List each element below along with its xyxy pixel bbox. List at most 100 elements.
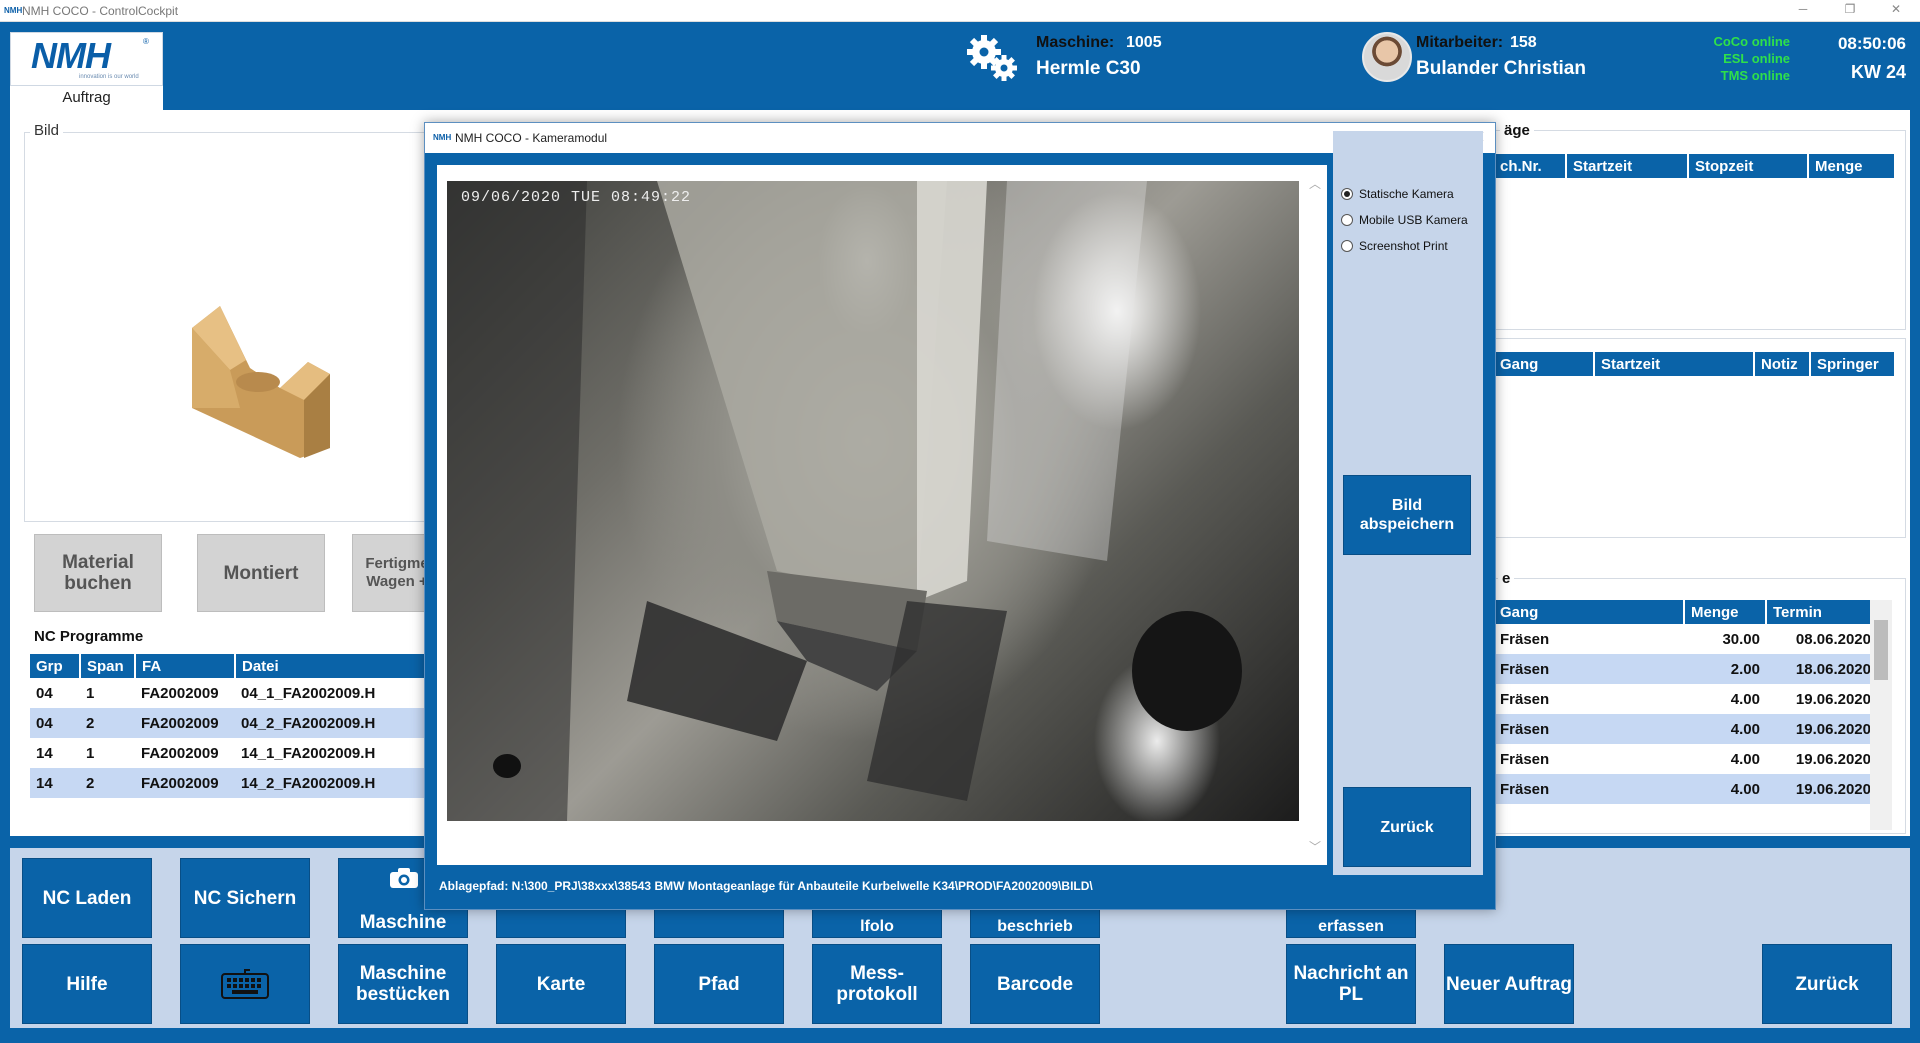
camera-dialog: NMH NMH COCO - Kameramodul ✕ 09/06/2020 … bbox=[424, 122, 1496, 910]
status-coco: CoCo online bbox=[1713, 34, 1790, 49]
zurueck-button[interactable]: Zurück bbox=[1762, 944, 1892, 1024]
keyboard-button[interactable] bbox=[180, 944, 310, 1024]
cell-menge: 2.00 bbox=[1684, 654, 1766, 684]
cell-gang: Fräsen bbox=[1500, 690, 1550, 708]
cell-datei: 04_1_FA2002009.H bbox=[241, 684, 376, 702]
camera-options-panel: Statische Kamera Mobile USB Kamera Scree… bbox=[1333, 131, 1483, 875]
cell-menge: 4.00 bbox=[1684, 774, 1766, 804]
table-row[interactable]: Fräsen 4.00 19.06.2020 bbox=[1494, 684, 1877, 714]
logo-tagline: innovation is our world bbox=[79, 74, 139, 80]
nc-col-fa[interactable]: FA bbox=[135, 654, 236, 678]
radio-statische-kamera[interactable]: Statische Kamera bbox=[1341, 187, 1454, 201]
cell-datei: 14_1_FA2002009.H bbox=[241, 744, 376, 762]
window-titlebar: NMH NMH COCO - ControlCockpit ─ ❐ ✕ bbox=[0, 0, 1920, 22]
nc-col-span[interactable]: Span bbox=[80, 654, 136, 678]
tab-auftrag[interactable]: Auftrag bbox=[10, 86, 163, 110]
camera-scene bbox=[447, 181, 1242, 821]
right-table-2: Gang Startzeit Notiz Springer bbox=[1494, 352, 1896, 376]
maschine-bestuecken-button[interactable]: Maschine bestücken bbox=[338, 944, 468, 1024]
cell-gang: Fräsen bbox=[1494, 774, 1684, 804]
app-header: NMH ® innovation is our world Auftrag Ma… bbox=[0, 22, 1920, 110]
col-stopzeit[interactable]: Stopzeit bbox=[1688, 154, 1809, 178]
cell-span: 1 bbox=[86, 744, 95, 762]
col-gang-3[interactable]: Gang bbox=[1494, 600, 1685, 624]
restore-icon[interactable]: ❐ bbox=[1830, 2, 1870, 20]
montiert-button[interactable]: Montiert bbox=[197, 534, 325, 612]
col-springer[interactable]: Springer bbox=[1810, 352, 1896, 376]
status-esl: ESL online bbox=[1723, 51, 1790, 66]
radio-screenshot-print[interactable]: Screenshot Print bbox=[1341, 239, 1448, 253]
right-panel-3-title: e bbox=[1498, 570, 1515, 587]
logo-text: NMH bbox=[31, 35, 111, 76]
keyboard-icon bbox=[221, 969, 269, 999]
col-startzeit-2[interactable]: Startzeit bbox=[1594, 352, 1755, 376]
right-table-3: Gang Menge Termin Fräsen 30.00 08.06.2020 … bbox=[1494, 600, 1878, 804]
radio-mobile-usb-kamera[interactable]: Mobile USB Kamera bbox=[1341, 213, 1468, 227]
col-gang[interactable]: Gang bbox=[1494, 352, 1595, 376]
nc-laden-button[interactable]: NC Laden bbox=[22, 858, 152, 938]
window-title: NMH COCO - ControlCockpit bbox=[22, 4, 179, 18]
cell-span: 2 bbox=[80, 708, 135, 738]
radio-unchecked-icon bbox=[1341, 214, 1353, 226]
cell-datei: 04_2_FA2002009.H bbox=[235, 708, 449, 738]
nc-programme-table: Grp Span FA Datei 04 1 FA2002009 04_1_FA200… bbox=[30, 654, 450, 798]
karte-button[interactable]: Karte bbox=[496, 944, 626, 1024]
cell-gang: Fräsen bbox=[1500, 630, 1550, 648]
table-row[interactable]: 04 2 FA2002009 04_2_FA2002009.H bbox=[30, 708, 449, 738]
table-row[interactable]: Fräsen 4.00 19.06.2020 bbox=[1494, 714, 1877, 744]
status-tms: TMS online bbox=[1720, 68, 1790, 83]
barcode-button[interactable]: Barcode bbox=[970, 944, 1100, 1024]
part-3d-image bbox=[192, 306, 330, 458]
col-notiz[interactable]: Notiz bbox=[1754, 352, 1811, 376]
table-row[interactable]: 04 1 FA2002009 04_1_FA2002009.H bbox=[30, 678, 449, 708]
nc-programme-title: NC Programme bbox=[30, 628, 148, 645]
nachricht-an-pl-button[interactable]: Nachricht an PL bbox=[1286, 944, 1416, 1024]
camera-view-area: 09/06/2020 TUE 08:49:22 ︿ ﹀ bbox=[437, 165, 1327, 865]
cell-termin: 19.06.2020 bbox=[1795, 690, 1871, 708]
col-termin[interactable]: Termin bbox=[1766, 600, 1878, 624]
footer-strip bbox=[0, 1028, 1920, 1043]
col-menge-3[interactable]: Menge bbox=[1684, 600, 1767, 624]
employee-label: Mitarbeiter: bbox=[1416, 34, 1504, 51]
neuer-auftrag-button[interactable]: Neuer Auftrag bbox=[1444, 944, 1574, 1024]
cell-fa: FA2002009 bbox=[141, 684, 219, 702]
bild-title: Bild bbox=[30, 122, 64, 139]
minimize-icon[interactable]: ─ bbox=[1783, 2, 1823, 20]
camera-icon bbox=[389, 867, 419, 889]
col-ch-nr[interactable]: ch.Nr. bbox=[1494, 154, 1567, 178]
gears-icon bbox=[967, 35, 1017, 81]
maschine-button-label: Maschine bbox=[359, 912, 447, 933]
col-menge[interactable]: Menge bbox=[1808, 154, 1896, 178]
table-row[interactable]: 14 1 FA2002009 14_1_FA2002009.H bbox=[30, 738, 449, 768]
table-row[interactable]: Fräsen 2.00 18.06.2020 bbox=[1494, 654, 1877, 684]
col-startzeit[interactable]: Startzeit bbox=[1566, 154, 1689, 178]
messprotokoll-button[interactable]: Mess-protokoll bbox=[812, 944, 942, 1024]
machine-label: Maschine: bbox=[1036, 34, 1115, 51]
cell-grp: 04 bbox=[30, 708, 80, 738]
logo-reg: ® bbox=[143, 37, 149, 46]
scroll-up-icon[interactable]: ︿ bbox=[1309, 175, 1321, 192]
material-buchen-button[interactable]: Material buchen bbox=[34, 534, 162, 612]
pfad-button[interactable]: Pfad bbox=[654, 944, 784, 1024]
dialog-zurueck-button[interactable]: Zurück bbox=[1343, 787, 1471, 867]
table-row[interactable]: Fräsen 4.00 19.06.2020 bbox=[1494, 744, 1877, 774]
nc-col-datei[interactable]: Datei bbox=[235, 654, 450, 678]
right-panel-1-title: äge bbox=[1500, 122, 1534, 139]
scroll-down-icon[interactable]: ﹀ bbox=[1309, 838, 1321, 855]
bild-abspeichern-button[interactable]: Bild abspeichern bbox=[1343, 475, 1471, 555]
table-row[interactable]: 14 2 FA2002009 14_2_FA2002009.H bbox=[30, 768, 449, 798]
hilfe-button[interactable]: Hilfe bbox=[22, 944, 152, 1024]
close-window-icon[interactable]: ✕ bbox=[1876, 2, 1916, 20]
table-row[interactable]: Fräsen 4.00 19.06.2020 bbox=[1494, 774, 1877, 804]
cell-grp: 14 bbox=[30, 768, 80, 798]
table-row[interactable]: Fräsen 30.00 08.06.2020 bbox=[1494, 624, 1877, 654]
cell-gang: Fräsen bbox=[1500, 750, 1550, 768]
nc-col-grp[interactable]: Grp bbox=[30, 654, 81, 678]
cell-gang: Fräsen bbox=[1494, 714, 1684, 744]
table-scrollbar[interactable] bbox=[1870, 600, 1892, 830]
nc-sichern-button[interactable]: NC Sichern bbox=[180, 858, 310, 938]
cell-termin: 19.06.2020 bbox=[1766, 774, 1877, 804]
scrollbar-thumb[interactable] bbox=[1874, 620, 1888, 680]
cell-grp: 04 bbox=[36, 684, 53, 702]
cell-termin: 18.06.2020 bbox=[1766, 654, 1877, 684]
